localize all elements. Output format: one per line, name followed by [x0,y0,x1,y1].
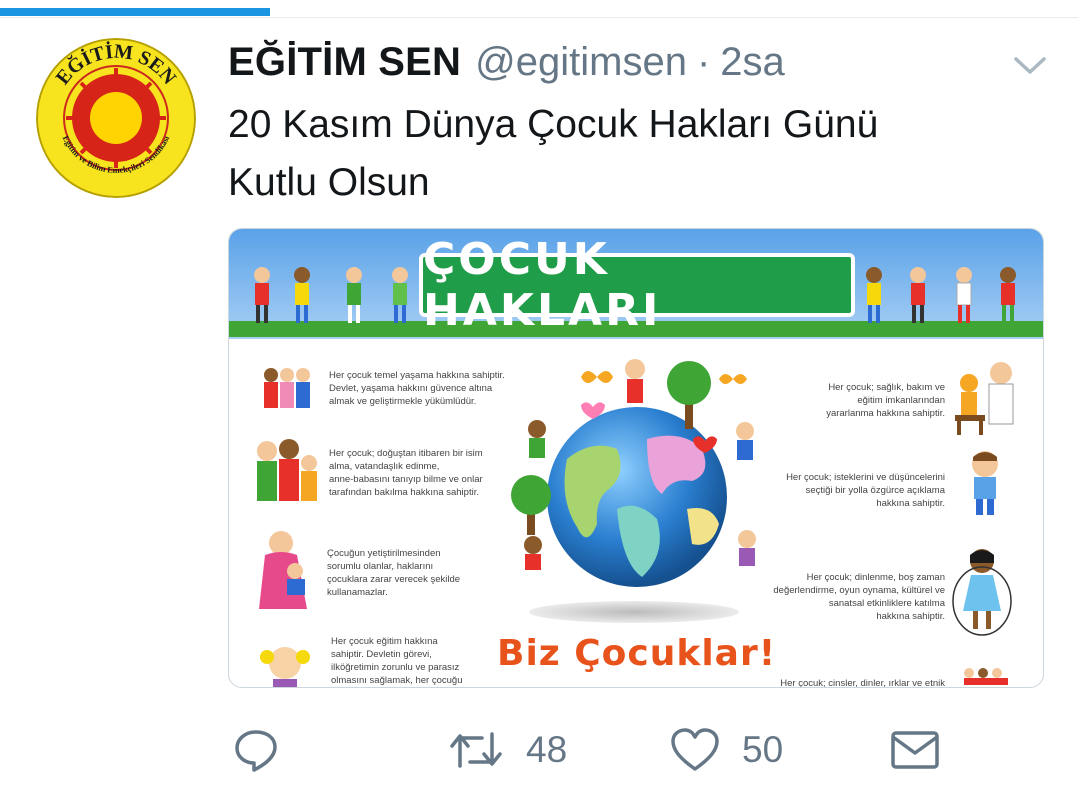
student-girl-icon [260,647,310,687]
tweet-text-line: Kutlu Olsun [228,161,430,204]
heart-icon [671,728,719,771]
banner-title: ÇOCUK HAKLARI [423,234,662,336]
mother-and-child-icon [259,531,307,609]
globe-with-children-icon [511,359,756,587]
avatar[interactable]: EĞİTİM SEN Eğitim ve Bilim Emekçileri Se… [36,38,196,198]
tweet-header: EĞİTİM SEN @egitimsen · 2sa [228,40,785,92]
egitim-sen-logo: EĞİTİM SEN Eğitim ve Bilim Emekçileri Se… [36,38,196,198]
girl-jumping-rope-icon [952,549,1012,636]
user-handle[interactable]: @egitimsen [475,40,687,85]
tweet-action-bar: 48 50 [228,720,1048,780]
child-figure-icon [1000,267,1016,323]
right-description-block: Her çocuk; cinsler, dinler, ırklar ve et… [749,677,945,688]
retweet-count: 48 [526,729,568,770]
right-description-line: olmasını sağlamak, her çocuğu [331,675,463,686]
right-description-line: değerlendirme, oyun oynama, kültürel ve [773,585,945,596]
right-description-line: Her çocuk; cinsler, dinler, ırklar ve et… [780,678,945,688]
loading-progress-bar [0,0,1078,18]
separator-dot: · [696,40,711,84]
tweet-time[interactable]: 2sa [720,40,785,85]
child-figure-icon [254,267,270,323]
right-description-line: sanatsal etkinliklere katılma [828,598,945,609]
envelope-icon [891,731,939,769]
right-description-line: hakkına sahiptir. [876,498,945,509]
globe-shadow [529,601,739,623]
child-figure-icon [346,267,362,323]
loading-progress-fill [0,8,270,16]
child-figure-icon [910,267,926,323]
children-group-icon [264,368,310,408]
right-description-block: Her çocuk; sağlık, bakım ve eğitim imkan… [749,381,945,420]
doctor-with-child-icon [955,362,1014,435]
right-description-line: eğitim imkanlarından [857,395,945,406]
family-icon [257,439,317,501]
like-count: 50 [742,729,784,770]
right-description-line: yararlanma hakkına sahiptir. [826,408,945,419]
more-options-button[interactable] [1010,50,1050,80]
tweet-text-line: 20 Kasım Dünya Çocuk Hakları Günü [228,103,879,146]
like-button[interactable]: 50 [670,720,783,780]
direct-message-button[interactable] [890,720,940,780]
child-figure-icon [392,267,408,323]
right-description-line: Her çocuk; sağlık, bakım ve [828,382,945,393]
children-row-icon [964,668,1008,685]
right-description-block: Her çocuk; isteklerini ve düşüncelerini … [749,471,945,510]
tweet-text: 20 Kasım Dünya Çocuk Hakları Günü Kutlu … [228,96,1028,212]
boy-speaking-icon [972,451,998,515]
bottom-title: Biz Çocuklar! [497,633,777,674]
reply-button[interactable] [232,720,280,780]
right-description-block: Her çocuk; dinlenme, boş zaman değerlend… [739,571,945,623]
reply-icon [235,730,277,772]
right-description-line: Her çocuk; dinlenme, boş zaman [806,572,945,583]
chevron-down-icon [1014,57,1046,74]
child-figure-icon [956,267,972,323]
retweet-button[interactable]: 48 [448,720,567,780]
right-description-line: seçtiği bir yolla özgürce açıklama [805,485,945,496]
banner-title-box: ÇOCUK HAKLARI [419,234,855,336]
retweet-icon [450,732,502,768]
display-name[interactable]: EĞİTİM SEN [228,40,461,85]
right-description-line: Her çocuk; isteklerini ve düşüncelerini [786,472,945,483]
child-figure-icon [866,267,882,323]
tweet-media-image[interactable]: ÇOCUK HAKLARI Her çocuk temel yaşama hak… [228,228,1044,688]
child-figure-icon [294,267,310,323]
right-description-line: hakkına sahiptir. [876,611,945,622]
